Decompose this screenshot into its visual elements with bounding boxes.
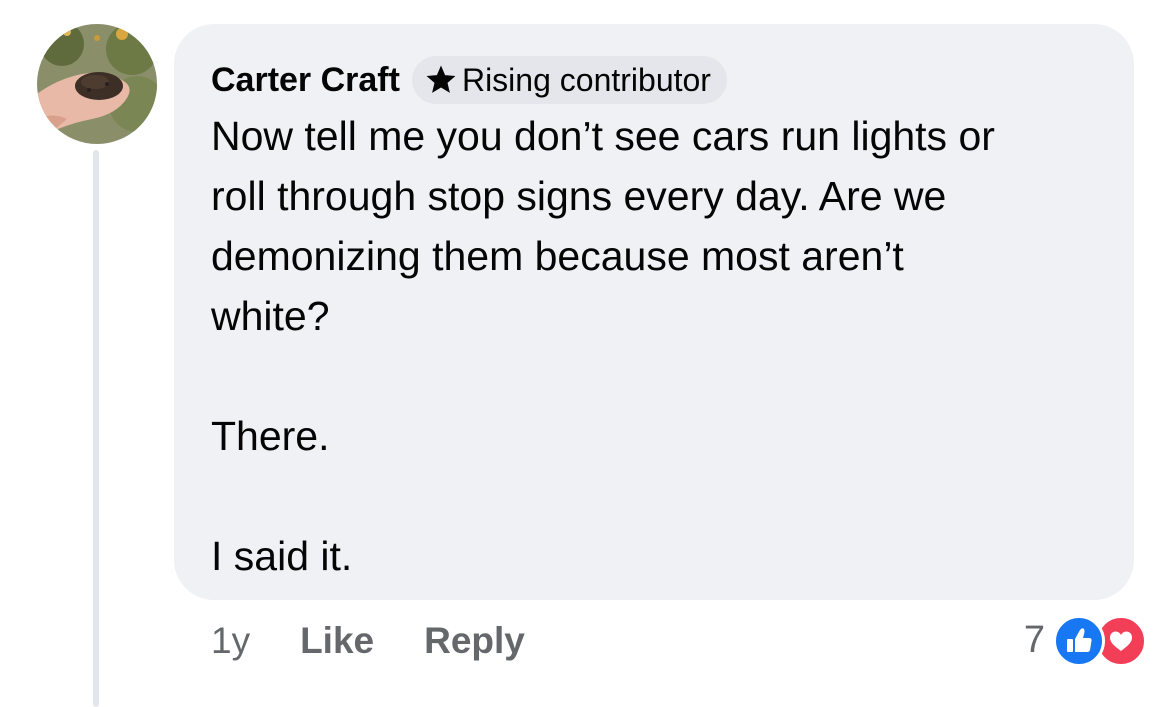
comment-line: I said it.: [211, 533, 353, 579]
comment-actions: 1y Like Reply: [211, 616, 525, 666]
reaction-count: 7: [1023, 618, 1045, 661]
reaction-summary[interactable]: 7: [1023, 612, 1147, 668]
comment-line: Now tell me you don’t see cars run light…: [211, 113, 995, 159]
like-button[interactable]: Like: [300, 620, 374, 662]
comment-line: white?: [211, 293, 330, 339]
reaction-icons: [1053, 615, 1147, 667]
comment: Carter Craft Rising contributor Now tell…: [0, 0, 1169, 707]
contributor-badge[interactable]: Rising contributor: [411, 56, 727, 104]
timestamp[interactable]: 1y: [211, 620, 250, 662]
comment-header: Carter Craft Rising contributor: [211, 56, 727, 104]
badge-label: Rising contributor: [461, 61, 711, 98]
like-icon: [1053, 615, 1105, 667]
author-name[interactable]: Carter Craft: [211, 61, 400, 100]
comment-line: roll through stop signs every day. Are w…: [211, 173, 947, 219]
comment-line: There.: [211, 413, 330, 459]
thread-line: [93, 150, 99, 707]
comment-line: demonizing them because most aren’t: [211, 233, 904, 279]
star-icon: [424, 63, 458, 97]
comment-text: Now tell me you don’t see cars run light…: [211, 106, 1116, 586]
avatar[interactable]: [37, 24, 157, 144]
reply-button[interactable]: Reply: [424, 620, 525, 662]
comment-bubble: Carter Craft Rising contributor Now tell…: [174, 24, 1134, 600]
